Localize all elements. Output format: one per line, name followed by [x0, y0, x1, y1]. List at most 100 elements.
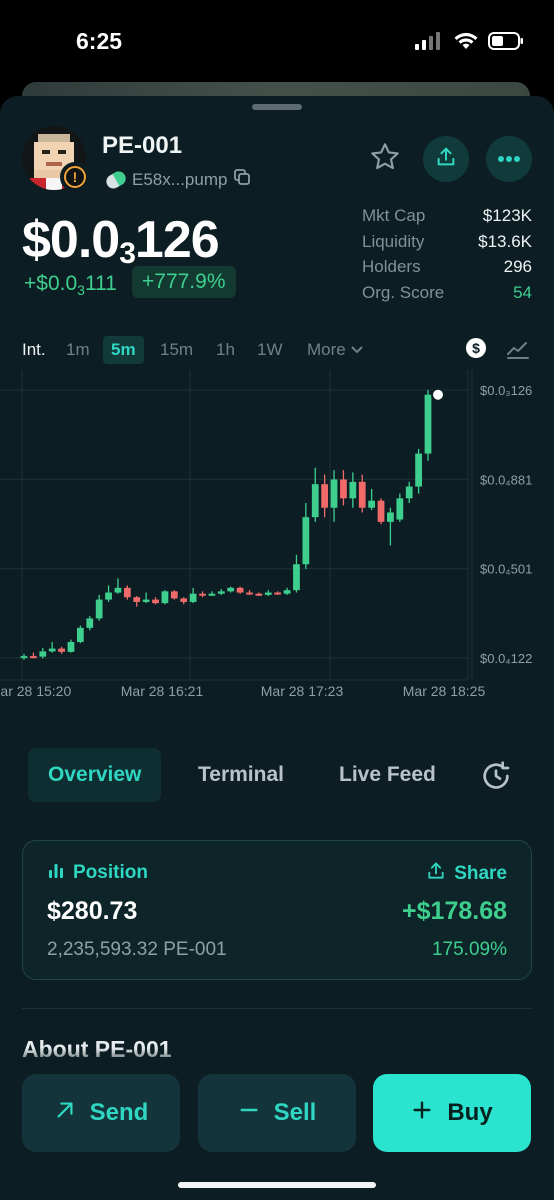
- status-time: 6:25: [76, 28, 123, 54]
- candle-body: [227, 587, 235, 592]
- stat-holders: Holders 296: [362, 257, 532, 276]
- candle-body: [377, 500, 385, 522]
- price-chart[interactable]: $0.0₃126 $0.0₄881 $0.0₄501 $0.0₄122 Mar 28 …: [0, 370, 554, 710]
- candle-body: [48, 648, 56, 652]
- candle-body: [424, 394, 432, 454]
- chart-candles: [20, 387, 445, 660]
- position-card: Position Share $280.73 +$178.68 2,235,59…: [22, 840, 532, 980]
- stat-organic-score: Org. Score 54: [362, 282, 532, 302]
- exclamation-icon: !: [64, 166, 86, 188]
- candle-body: [358, 481, 366, 508]
- dollar-icon: $: [464, 338, 488, 364]
- signal-icon: [414, 32, 444, 55]
- candle-body: [180, 598, 188, 602]
- candle-body: [293, 564, 300, 591]
- token-stats: Mkt Cap $123K Liquidity $13.6K Holders 2…: [362, 206, 532, 308]
- interval-1w[interactable]: 1W: [257, 336, 283, 364]
- candle-body: [142, 599, 150, 602]
- sheet-grabber[interactable]: [252, 104, 302, 110]
- candle-body: [274, 592, 282, 595]
- history-button[interactable]: [480, 760, 512, 797]
- chart-x-ticks: Mar 28 15:20 Mar 28 16:21 Mar 28 17:23 Mar …: [0, 683, 485, 699]
- price-mode-toggle[interactable]: $: [464, 336, 488, 365]
- candle-body: [170, 591, 178, 599]
- interval-5m[interactable]: 5m: [103, 336, 144, 364]
- stat-market-cap: Mkt Cap $123K: [362, 206, 532, 225]
- star-icon: [369, 141, 401, 178]
- candle-body: [283, 590, 291, 594]
- candle-body: [368, 500, 376, 508]
- sell-button[interactable]: Sell: [198, 1074, 356, 1152]
- tab-terminal[interactable]: Terminal: [198, 748, 284, 802]
- candle-body: [311, 484, 319, 518]
- candle-body: [67, 641, 75, 652]
- copy-icon[interactable]: [233, 168, 251, 191]
- candle-body: [255, 593, 263, 596]
- chevron-down-icon: [350, 340, 364, 359]
- candle-body: [30, 656, 37, 659]
- token-address: E58x...pump: [132, 169, 228, 189]
- candle-body: [114, 587, 122, 593]
- candle-body: [217, 591, 225, 594]
- pill-icon: [103, 168, 129, 191]
- candle-body: [189, 593, 197, 602]
- candle-body: [95, 599, 103, 619]
- token-address-row[interactable]: E58x...pump: [103, 168, 251, 191]
- candle-body: [321, 484, 329, 508]
- x-tick-label: Mar 28 18:25: [403, 683, 486, 699]
- candle-body: [208, 593, 216, 596]
- candle-body: [199, 593, 206, 596]
- chart-type-toggle[interactable]: [506, 338, 530, 365]
- interval-label: Int.: [22, 340, 46, 359]
- send-button[interactable]: Send: [22, 1074, 180, 1152]
- last-price-marker: [431, 387, 445, 402]
- candle-body: [152, 599, 159, 604]
- candle-body: [39, 651, 47, 657]
- warning-badge[interactable]: !: [60, 162, 90, 192]
- share-button[interactable]: [423, 136, 469, 182]
- minus-icon: [238, 1099, 260, 1128]
- more-options-button[interactable]: [486, 136, 532, 182]
- interval-selector: Int. 1m 5m 15m 1h 1W More $: [0, 336, 554, 366]
- y-tick-label: $0.0₄122: [480, 651, 532, 666]
- interval-1h[interactable]: 1h: [216, 336, 235, 364]
- tab-overview[interactable]: Overview: [28, 748, 162, 802]
- section-divider: [22, 1008, 532, 1009]
- home-indicator: [178, 1182, 376, 1188]
- candle-body: [302, 517, 310, 565]
- tab-live-feed[interactable]: Live Feed: [339, 748, 436, 802]
- upload-icon: [435, 146, 457, 173]
- price-change-absolute: +$0.03111: [24, 272, 117, 299]
- x-tick-label: Mar 28 16:21: [121, 683, 204, 699]
- chart-grid: [0, 370, 473, 681]
- ellipsis-icon: [497, 150, 521, 168]
- candle-body: [58, 648, 65, 652]
- candle-body: [236, 587, 244, 593]
- price-change-percent: +777.9%: [132, 266, 236, 298]
- candle-body: [123, 587, 131, 598]
- token-detail-sheet: ! PE-001 E58x...pump $0.03126 +$0.03111 …: [0, 96, 554, 1200]
- candle-body: [264, 592, 272, 595]
- interval-more[interactable]: More: [307, 336, 364, 364]
- stat-liquidity: Liquidity $13.6K: [362, 231, 532, 251]
- history-icon: [480, 761, 512, 796]
- candle-body: [76, 627, 84, 642]
- x-tick-label: Mar 28 17:23: [261, 683, 344, 699]
- interval-15m[interactable]: 15m: [160, 336, 193, 364]
- interval-1m[interactable]: 1m: [66, 336, 90, 364]
- position-value: $280.73: [47, 897, 138, 925]
- y-tick-label: $0.0₄881: [480, 472, 532, 487]
- token-name: PE-001: [102, 132, 183, 159]
- buy-button[interactable]: Buy: [373, 1074, 531, 1152]
- favorite-button[interactable]: [362, 136, 408, 182]
- bar-chart-icon: [47, 861, 65, 885]
- status-bar: 6:25: [0, 0, 554, 84]
- arrow-up-right-icon: [54, 1099, 76, 1128]
- position-share-button[interactable]: Share: [426, 861, 507, 887]
- candle-body: [396, 498, 404, 520]
- candle-body: [415, 453, 422, 487]
- wifi-icon: [454, 32, 478, 55]
- candle-body: [105, 592, 112, 600]
- x-tick-label: Mar 28 15:20: [0, 683, 71, 699]
- candle-body: [405, 486, 413, 499]
